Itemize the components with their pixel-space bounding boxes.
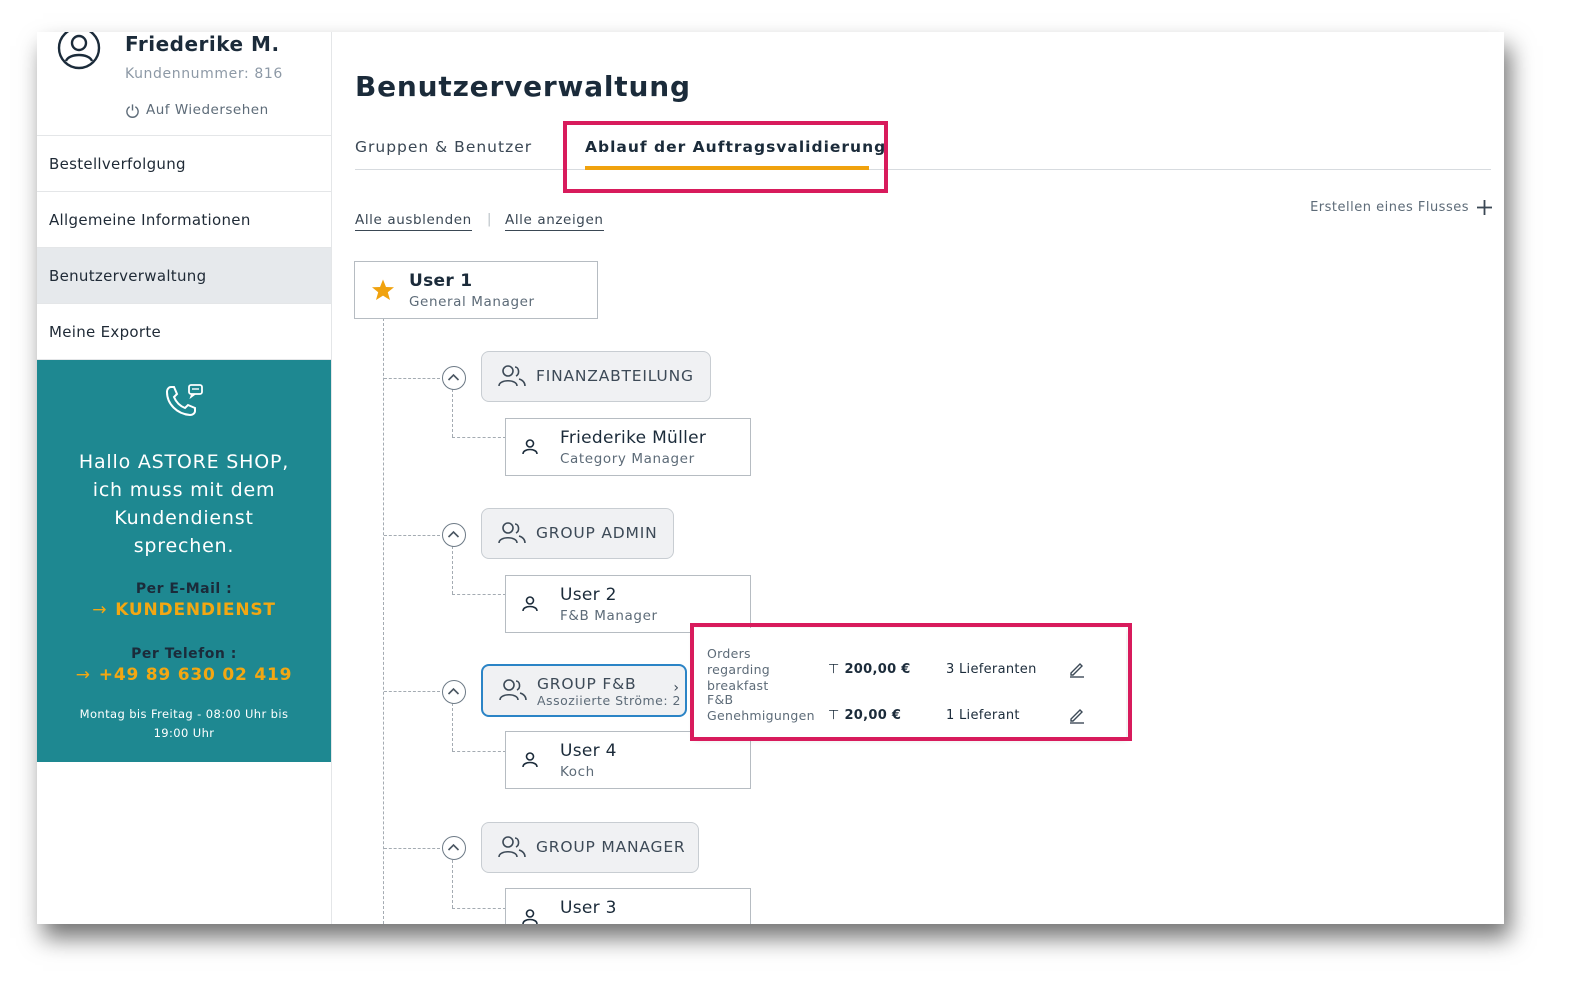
tree-branch-line — [384, 535, 440, 536]
sidebar-item-order-tracking[interactable]: Bestellverfolgung — [37, 136, 331, 192]
group-label: GROUP F&B — [537, 675, 637, 693]
group-label: GROUP ADMIN — [536, 524, 658, 542]
page-title: Benutzerverwaltung — [355, 70, 691, 103]
support-hours: Montag bis Freitag - 08:00 Uhr bis 19:00… — [37, 705, 331, 743]
highlight-box-flows — [690, 623, 1132, 741]
user-name: User 3 — [560, 898, 617, 918]
profile-name: Friederike M. — [125, 32, 280, 56]
star-icon — [372, 279, 394, 300]
link-separator: | — [487, 212, 492, 227]
tree-sub-line — [452, 546, 453, 594]
phone-link[interactable]: → +49 89 630 02 419 — [37, 665, 331, 685]
collapse-toggle[interactable] — [442, 680, 466, 704]
group-node[interactable]: FINANZABTEILUNG — [481, 351, 711, 402]
tree-sub-line — [452, 860, 453, 908]
users-icon — [499, 679, 527, 701]
person-icon — [522, 439, 538, 455]
tree-sub-branch — [452, 594, 506, 595]
chevron-up-icon — [447, 687, 460, 695]
collapse-toggle[interactable] — [442, 366, 466, 390]
support-panel: Hallo ASTORE SHOP, ich muss mit dem Kund… — [37, 360, 331, 762]
plus-icon — [1477, 200, 1492, 215]
user-card[interactable]: User 3 — [505, 888, 751, 924]
highlight-box-tab — [563, 121, 888, 193]
arrow-right-icon: → — [92, 600, 108, 620]
root-user-card[interactable]: User 1 General Manager — [354, 261, 598, 319]
group-label: GROUP MANAGER — [536, 838, 686, 856]
user-name: User 4 — [560, 741, 617, 761]
group-node[interactable]: GROUP ADMIN — [481, 508, 674, 559]
user-name: User 2 — [560, 585, 617, 605]
collapse-toggle[interactable] — [442, 523, 466, 547]
hours-line: Montag bis Freitag - 08:00 Uhr bis — [79, 707, 289, 721]
greeting-line: Kundendienst — [114, 507, 254, 529]
user-name: Friederike Müller — [560, 428, 707, 448]
tree-trunk-line — [383, 318, 384, 924]
user-role: F&B Manager — [560, 608, 658, 624]
person-icon — [522, 752, 538, 768]
create-flow-label: Erstellen eines Flusses — [1310, 200, 1469, 215]
user-role: Category Manager — [560, 451, 695, 467]
customer-number: Kundennummer: 816 — [125, 66, 283, 82]
arrow-right-icon: → — [75, 665, 91, 685]
tree-branch-line — [384, 691, 440, 692]
tree-sub-branch — [452, 751, 506, 752]
phone-number: +49 89 630 02 419 — [98, 665, 293, 685]
email-link-label: KUNDENDIENST — [115, 600, 276, 620]
tree-branch-line — [384, 848, 440, 849]
group-node-selected[interactable]: GROUP F&B Assoziierte Ströme: 2 › — [481, 664, 687, 717]
user-circle-icon — [57, 32, 101, 70]
group-node[interactable]: GROUP MANAGER — [481, 822, 699, 873]
tree-sub-branch — [452, 908, 506, 909]
support-greeting: Hallo ASTORE SHOP, ich muss mit dem Kund… — [37, 448, 331, 560]
tab-groups-users[interactable]: Gruppen & Benutzer — [355, 138, 532, 156]
collapse-all-link[interactable]: Alle ausblenden — [355, 212, 472, 231]
greeting-line: Hallo ASTORE SHOP, — [78, 451, 290, 473]
create-flow-button[interactable]: Erstellen eines Flusses — [1310, 200, 1492, 215]
email-label: Per E-Mail : — [135, 581, 233, 597]
greeting-line: sprechen. — [133, 535, 235, 557]
group-label: FINANZABTEILUNG — [536, 367, 694, 385]
associated-flows-count: Assoziierte Ströme: 2 — [537, 693, 681, 708]
tree-sub-line — [452, 703, 453, 751]
user-role: General Manager — [409, 294, 535, 310]
greeting-line: ich muss mit dem — [92, 479, 276, 501]
sidebar-item-my-exports[interactable]: Meine Exporte — [37, 304, 331, 360]
tree-sub-line — [452, 389, 453, 437]
person-icon — [522, 909, 538, 924]
user-card[interactable]: Friederike Müller Category Manager — [505, 418, 751, 476]
users-icon — [498, 836, 526, 858]
phone-chat-icon — [165, 384, 203, 417]
tab-divider — [355, 169, 1491, 170]
person-icon — [522, 596, 538, 612]
chevron-up-icon — [447, 843, 460, 851]
sidebar-item-user-management[interactable]: Benutzerverwaltung — [37, 248, 331, 304]
hours-line: 19:00 Uhr — [153, 726, 215, 740]
users-icon — [498, 365, 526, 387]
phone-label: Per Telefon : — [131, 646, 237, 662]
logout-link[interactable]: Auf Wiedersehen — [125, 102, 269, 118]
logout-label: Auf Wiedersehen — [146, 102, 269, 118]
app-window: Friederike M. Kundennummer: 816 Auf Wied… — [37, 32, 1504, 924]
chevron-right-icon: › — [673, 680, 679, 696]
user-role: Koch — [560, 764, 595, 780]
chevron-up-icon — [447, 373, 460, 381]
collapse-toggle[interactable] — [442, 836, 466, 860]
email-link[interactable]: → KUNDENDIENST — [37, 600, 331, 620]
tree-sub-branch — [452, 437, 506, 438]
users-icon — [498, 522, 526, 544]
tree-branch-line — [384, 378, 440, 379]
chevron-up-icon — [447, 530, 460, 538]
sidebar-item-general-info[interactable]: Allgemeine Informationen — [37, 192, 331, 248]
profile-panel: Friederike M. Kundennummer: 816 Auf Wied… — [37, 32, 331, 136]
user-name: User 1 — [409, 271, 473, 291]
expand-all-link[interactable]: Alle anzeigen — [505, 212, 604, 231]
power-icon — [126, 103, 139, 118]
sidebar: Friederike M. Kundennummer: 816 Auf Wied… — [37, 32, 332, 924]
